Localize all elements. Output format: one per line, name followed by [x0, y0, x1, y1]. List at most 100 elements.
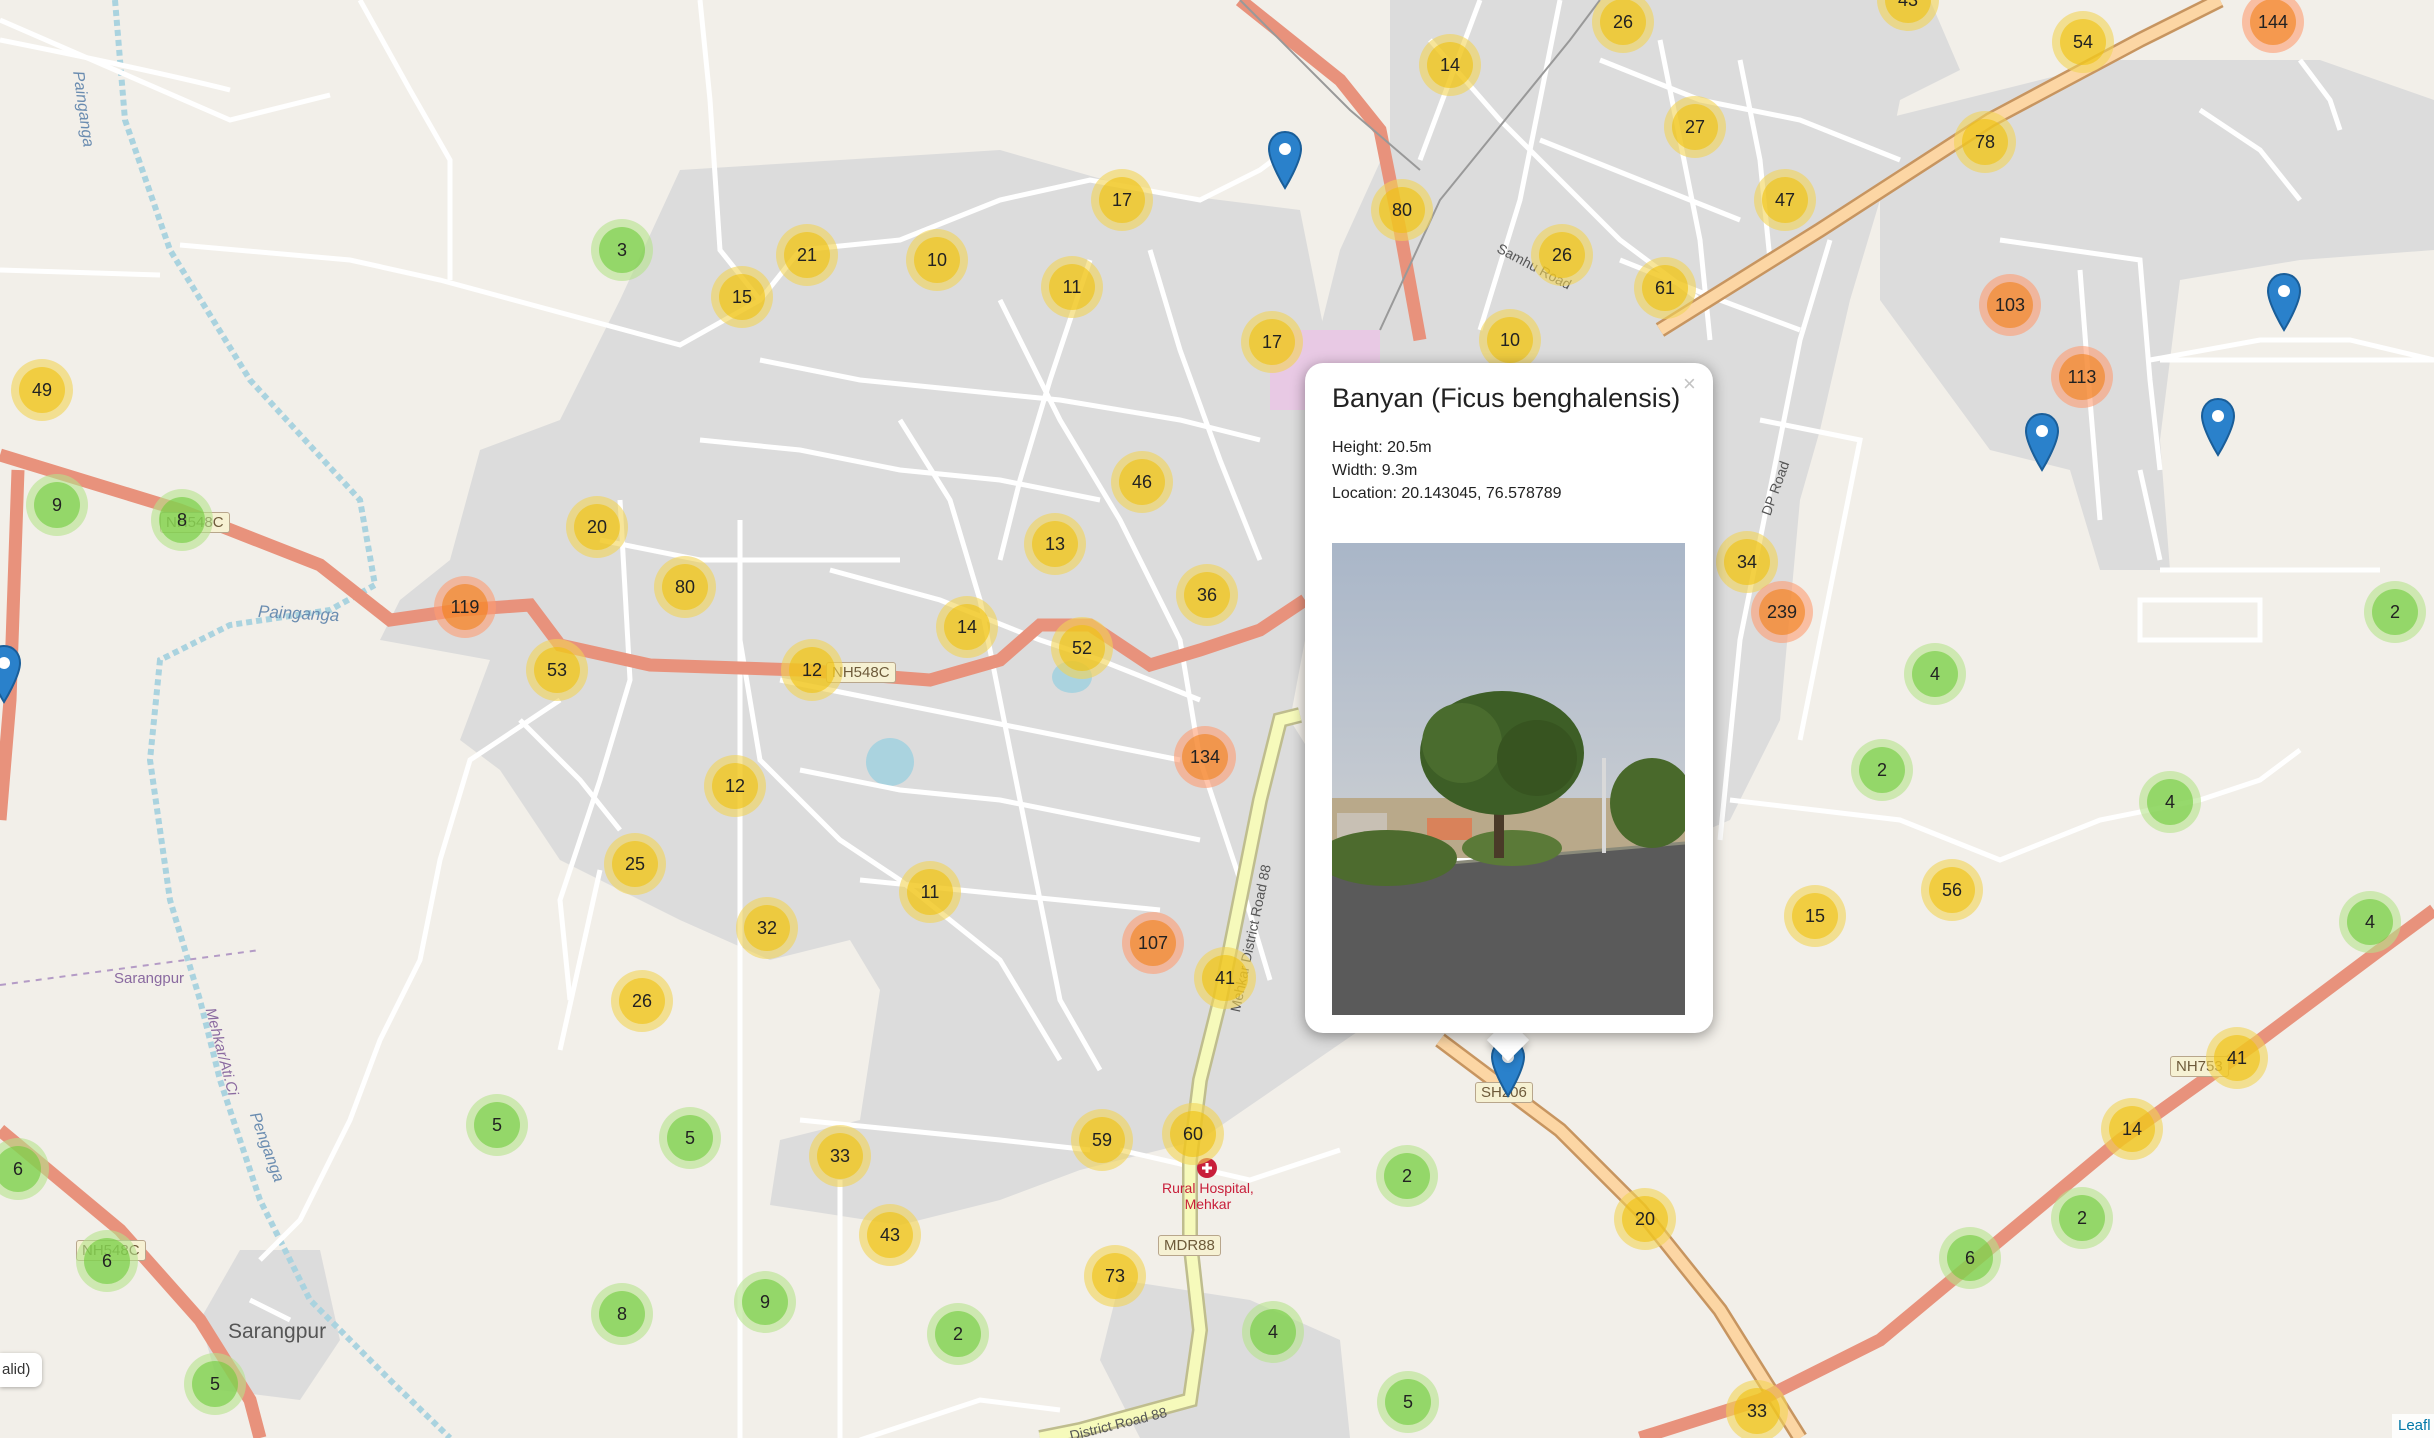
marker-cluster[interactable]: 134: [1174, 726, 1236, 788]
popup-content: × Banyan (Ficus benghalensis) Height: 20…: [1305, 363, 1713, 1033]
cluster-count: 73: [1092, 1253, 1138, 1299]
marker-cluster[interactable]: 8: [151, 489, 213, 551]
marker-cluster[interactable]: 20: [566, 496, 628, 558]
marker-cluster[interactable]: 12: [781, 639, 843, 701]
marker-cluster[interactable]: 15: [711, 266, 773, 328]
marker-cluster[interactable]: 8: [591, 1283, 653, 1345]
marker-cluster[interactable]: 53: [526, 639, 588, 701]
marker-cluster[interactable]: 36: [1176, 564, 1238, 626]
marker-cluster[interactable]: 239: [1751, 581, 1813, 643]
marker-cluster[interactable]: 113: [2051, 346, 2113, 408]
marker-cluster[interactable]: 2: [927, 1303, 989, 1365]
marker-cluster[interactable]: 80: [654, 556, 716, 618]
marker-cluster[interactable]: 32: [736, 897, 798, 959]
map-marker-pin[interactable]: [2024, 412, 2060, 472]
tree-info-popup: × Banyan (Ficus benghalensis) Height: 20…: [1305, 363, 1713, 1062]
marker-cluster[interactable]: 59: [1071, 1109, 1133, 1171]
marker-cluster[interactable]: 14: [1419, 34, 1481, 96]
map-marker-pin[interactable]: [2266, 272, 2302, 332]
marker-cluster[interactable]: 49: [11, 359, 73, 421]
marker-cluster[interactable]: 41: [2206, 1027, 2268, 1089]
marker-cluster[interactable]: 11: [1041, 256, 1103, 318]
cluster-count: 10: [914, 237, 960, 283]
cluster-count: 78: [1962, 119, 2008, 165]
leaflet-attribution-link[interactable]: Leafl: [2392, 1414, 2434, 1438]
marker-cluster[interactable]: 61: [1634, 257, 1696, 319]
marker-cluster[interactable]: 21: [776, 224, 838, 286]
marker-cluster[interactable]: 78: [1954, 111, 2016, 173]
marker-cluster[interactable]: 26: [1531, 224, 1593, 286]
cluster-count: 33: [817, 1133, 863, 1179]
marker-cluster[interactable]: 52: [1051, 617, 1113, 679]
marker-cluster[interactable]: 25: [604, 833, 666, 895]
marker-cluster[interactable]: 9: [734, 1271, 796, 1333]
marker-cluster[interactable]: 6: [1939, 1227, 2001, 1289]
cluster-count: 14: [944, 604, 990, 650]
marker-cluster[interactable]: 73: [1084, 1245, 1146, 1307]
marker-cluster[interactable]: 33: [809, 1125, 871, 1187]
marker-cluster[interactable]: 5: [659, 1107, 721, 1169]
marker-cluster[interactable]: 13: [1024, 513, 1086, 575]
marker-cluster[interactable]: 17: [1241, 311, 1303, 373]
cluster-count: 5: [667, 1115, 713, 1161]
marker-cluster[interactable]: 107: [1122, 912, 1184, 974]
cluster-count: 17: [1099, 177, 1145, 223]
marker-cluster[interactable]: 6: [76, 1230, 138, 1292]
marker-cluster[interactable]: 14: [2101, 1098, 2163, 1160]
map-marker-pin[interactable]: [2200, 397, 2236, 457]
cluster-count: 34: [1724, 539, 1770, 585]
marker-cluster[interactable]: 4: [1904, 643, 1966, 705]
marker-cluster[interactable]: 27: [1664, 96, 1726, 158]
cluster-count: 60: [1170, 1111, 1216, 1157]
marker-cluster[interactable]: 5: [1377, 1371, 1439, 1433]
marker-cluster[interactable]: 2: [2364, 581, 2426, 643]
marker-cluster[interactable]: 26: [611, 970, 673, 1032]
marker-cluster[interactable]: 3: [591, 219, 653, 281]
marker-cluster[interactable]: 5: [184, 1353, 246, 1415]
label-hospital: Rural Hospital, Mehkar: [1162, 1180, 1254, 1212]
marker-cluster[interactable]: 60: [1162, 1103, 1224, 1165]
map-marker-pin[interactable]: [1267, 130, 1303, 190]
cluster-count: 6: [0, 1146, 41, 1192]
marker-cluster[interactable]: 46: [1111, 451, 1173, 513]
marker-cluster[interactable]: 10: [906, 229, 968, 291]
marker-cluster[interactable]: 119: [434, 576, 496, 638]
cluster-count: 2: [2059, 1195, 2105, 1241]
marker-cluster[interactable]: 103: [1979, 274, 2041, 336]
marker-cluster[interactable]: 47: [1754, 169, 1816, 231]
marker-cluster[interactable]: 2: [1851, 739, 1913, 801]
marker-cluster[interactable]: 2: [2051, 1187, 2113, 1249]
marker-cluster[interactable]: 17: [1091, 169, 1153, 231]
map-marker-pin[interactable]: [0, 644, 22, 704]
cluster-count: 41: [2214, 1035, 2260, 1081]
cluster-count: 107: [1130, 920, 1176, 966]
cluster-count: 26: [1539, 232, 1585, 278]
marker-cluster[interactable]: 4: [1242, 1301, 1304, 1363]
cluster-count: 2: [1384, 1153, 1430, 1199]
marker-cluster[interactable]: 14: [936, 596, 998, 658]
cluster-count: 46: [1119, 459, 1165, 505]
cluster-count: 5: [1385, 1379, 1431, 1425]
marker-cluster[interactable]: 33: [1726, 1380, 1788, 1438]
marker-cluster[interactable]: 2: [1376, 1145, 1438, 1207]
cluster-count: 14: [2109, 1106, 2155, 1152]
marker-cluster[interactable]: 11: [899, 861, 961, 923]
marker-cluster[interactable]: 41: [1194, 947, 1256, 1009]
cluster-count: 47: [1762, 177, 1808, 223]
marker-cluster[interactable]: 5: [466, 1094, 528, 1156]
marker-cluster[interactable]: 80: [1371, 179, 1433, 241]
cluster-count: 49: [19, 367, 65, 413]
marker-cluster[interactable]: 54: [2052, 11, 2114, 73]
marker-cluster[interactable]: 4: [2339, 891, 2401, 953]
marker-cluster[interactable]: 56: [1921, 859, 1983, 921]
marker-cluster[interactable]: 4: [2139, 771, 2201, 833]
marker-cluster[interactable]: 10: [1479, 309, 1541, 371]
close-icon[interactable]: ×: [1683, 371, 1696, 397]
marker-cluster[interactable]: 9: [26, 474, 88, 536]
marker-cluster[interactable]: 15: [1784, 885, 1846, 947]
cluster-count: 134: [1182, 734, 1228, 780]
marker-cluster[interactable]: 20: [1614, 1188, 1676, 1250]
marker-cluster[interactable]: 12: [704, 755, 766, 817]
map-view[interactable]: Painganga Painganga Penganga Mehkar/Ati.…: [0, 0, 2434, 1438]
marker-cluster[interactable]: 43: [859, 1204, 921, 1266]
